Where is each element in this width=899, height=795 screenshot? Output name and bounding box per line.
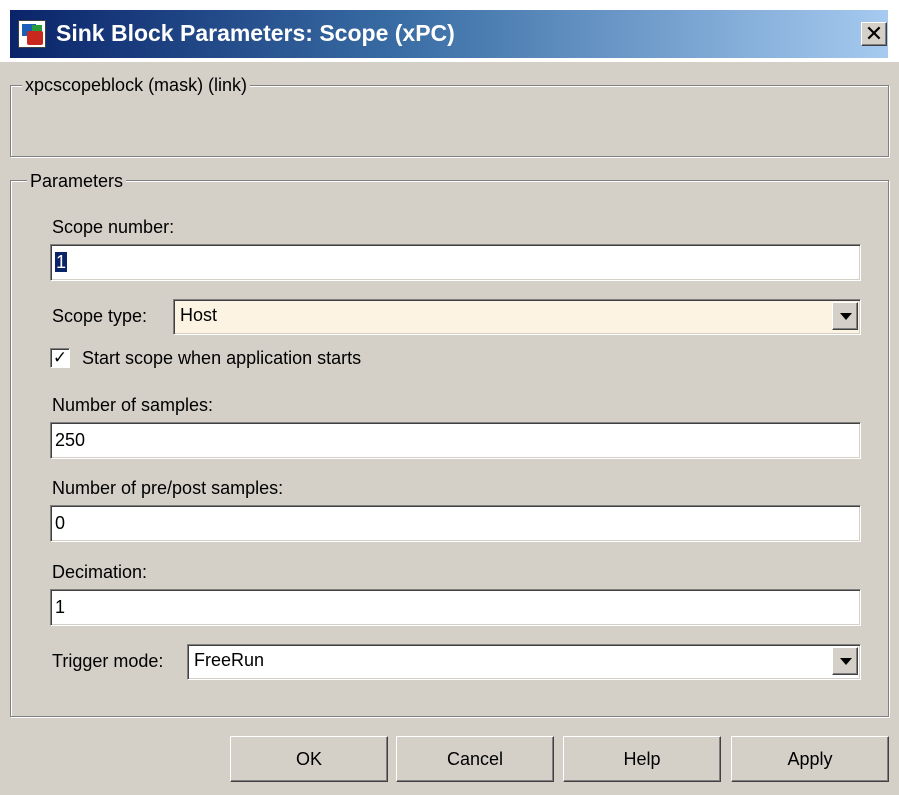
scope-number-field[interactable]: 1 (50, 244, 861, 281)
number-of-samples-field[interactable]: 250 (50, 422, 861, 459)
scope-type-label: Scope type: (52, 306, 148, 326)
title-bar[interactable]: Sink Block Parameters: Scope (xPC) ✕ (0, 0, 899, 62)
scope-type-select[interactable]: Host (173, 299, 861, 335)
ok-button[interactable]: OK (230, 736, 388, 782)
decimation-label: Decimation: (52, 562, 148, 582)
scope-number-value: 1 (55, 252, 68, 272)
trigger-mode-label: Trigger mode: (52, 651, 164, 671)
number-of-samples-label: Number of samples: (52, 395, 214, 415)
mask-description-group (10, 85, 889, 157)
start-scope-checkbox[interactable]: ✓ (50, 348, 70, 368)
chevron-down-icon[interactable] (832, 302, 858, 330)
decimation-field[interactable]: 1 (50, 589, 861, 626)
pre-post-samples-field[interactable]: 0 (50, 505, 861, 542)
chevron-down-icon[interactable] (832, 647, 858, 675)
apply-button[interactable]: Apply (731, 736, 889, 782)
parameters-group-legend: Parameters (27, 171, 127, 191)
close-button[interactable]: ✕ (861, 22, 887, 46)
decimation-value: 1 (55, 597, 66, 617)
cancel-button[interactable]: Cancel (396, 736, 554, 782)
number-of-samples-value: 250 (55, 430, 86, 450)
dialog-window: Sink Block Parameters: Scope (xPC) ✕ xpc… (0, 0, 899, 795)
help-button[interactable]: Help (563, 736, 721, 782)
pre-post-samples-label: Number of pre/post samples: (52, 478, 284, 498)
scope-number-label: Scope number: (52, 217, 175, 237)
checkmark-icon: ✓ (52, 348, 68, 367)
window-title: Sink Block Parameters: Scope (xPC) (56, 20, 455, 46)
trigger-mode-select[interactable]: FreeRun (187, 644, 861, 680)
pre-post-samples-value: 0 (55, 513, 66, 533)
start-scope-label: Start scope when application starts (82, 348, 362, 368)
mask-group-legend: xpcscopeblock (mask) (link) (22, 75, 251, 95)
scope-type-value: Host (180, 305, 218, 325)
simulink-block-icon[interactable] (18, 20, 46, 48)
close-icon: ✕ (864, 21, 884, 46)
trigger-mode-value: FreeRun (194, 650, 265, 670)
